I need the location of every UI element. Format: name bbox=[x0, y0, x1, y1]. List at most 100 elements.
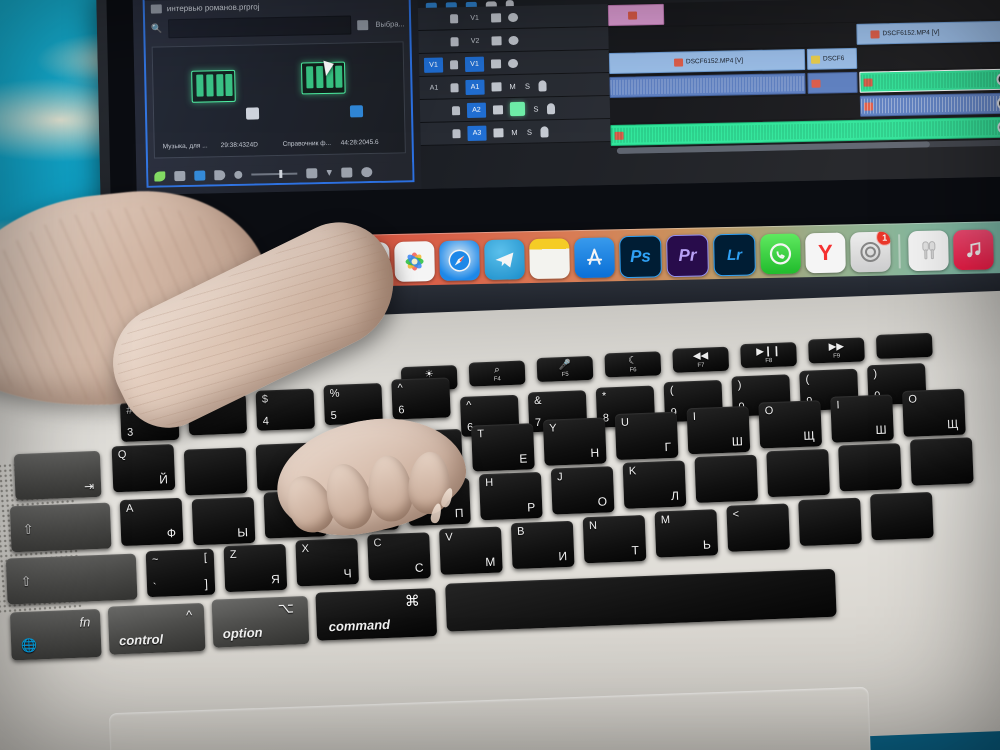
project-panel[interactable]: Проект: интервью романов Подборки: » инт… bbox=[142, 0, 415, 188]
key-h[interactable]: HР bbox=[478, 471, 543, 521]
eye-icon[interactable] bbox=[507, 12, 519, 22]
key-i[interactable]: IШ bbox=[686, 405, 751, 455]
track-name[interactable]: A1 bbox=[465, 79, 485, 95]
solo-button[interactable]: S bbox=[523, 81, 531, 90]
key-u[interactable]: UГ bbox=[614, 411, 679, 461]
key-b[interactable]: BИ bbox=[510, 520, 575, 570]
key-c[interactable]: CС bbox=[367, 532, 431, 581]
microphone-icon[interactable] bbox=[540, 125, 549, 137]
key-w[interactable] bbox=[183, 447, 248, 496]
target-track-icon[interactable] bbox=[492, 104, 504, 114]
key-t[interactable]: TЕ bbox=[471, 423, 535, 472]
telegram-icon[interactable] bbox=[484, 239, 525, 281]
key-f4[interactable]: ⌕ F4 bbox=[468, 360, 526, 387]
timeline-clip[interactable] bbox=[807, 71, 858, 94]
key-l[interactable] bbox=[694, 454, 759, 503]
airpods-icon[interactable] bbox=[908, 230, 949, 272]
track-name[interactable]: V1 bbox=[465, 10, 484, 25]
key-f8[interactable]: ▶❙❙ F8 bbox=[740, 342, 798, 369]
key-grave[interactable]: ~ `[] bbox=[145, 548, 216, 598]
notes-icon[interactable] bbox=[529, 238, 570, 280]
premiere-pro-icon[interactable]: Pr bbox=[666, 234, 709, 278]
select-label[interactable]: Выбра... bbox=[375, 19, 404, 29]
yandex-icon[interactable]: Y bbox=[805, 232, 846, 274]
key-o[interactable]: OЩ bbox=[758, 400, 823, 449]
thumbnail-size-slider[interactable] bbox=[251, 172, 298, 176]
lightroom-icon[interactable]: Lr bbox=[713, 233, 756, 277]
icon-view-icon[interactable] bbox=[194, 170, 206, 181]
key-j[interactable]: JО bbox=[550, 466, 615, 515]
lock-icon[interactable] bbox=[449, 13, 459, 23]
key-q[interactable]: QЙ bbox=[111, 444, 176, 493]
key-m[interactable]: MЬ bbox=[654, 509, 719, 558]
key-bracket-left[interactable]: OЩ bbox=[902, 388, 966, 437]
key-f5[interactable]: 🎤 F5 bbox=[536, 355, 594, 383]
key-period[interactable] bbox=[798, 497, 862, 547]
timeline-track-area[interactable]: DSCF6152.MP4 [V] DSCF6152.MP4 [V] DSCF6 bbox=[607, 0, 1000, 158]
track-header-a3[interactable]: A3 M S bbox=[420, 119, 611, 146]
key-a[interactable]: AФ bbox=[119, 497, 184, 547]
asset-thumbnail[interactable] bbox=[191, 69, 236, 103]
target-track-icon[interactable] bbox=[490, 58, 502, 69]
mute-button[interactable] bbox=[509, 101, 526, 117]
timeline-clip[interactable] bbox=[859, 92, 1000, 117]
key-v[interactable]: VМ bbox=[439, 526, 503, 575]
system-settings-icon[interactable]: 1 bbox=[850, 231, 891, 273]
key-option[interactable]: ⌥ option bbox=[211, 595, 310, 648]
key-f10[interactable] bbox=[875, 332, 933, 359]
zoom-handle-icon[interactable] bbox=[234, 170, 243, 179]
music-icon[interactable] bbox=[953, 229, 994, 271]
mute-button[interactable]: M bbox=[510, 127, 518, 136]
search-icon[interactable]: 🔍 bbox=[151, 23, 162, 34]
key-y[interactable]: YН bbox=[542, 417, 607, 466]
target-track-icon[interactable] bbox=[490, 12, 502, 22]
timeline-clip[interactable]: DSCF6152.MP4 [V] bbox=[608, 48, 806, 75]
solo-button[interactable]: S bbox=[525, 127, 533, 136]
search-icon[interactable] bbox=[361, 167, 373, 178]
new-bin-icon[interactable] bbox=[341, 167, 353, 178]
source-patch-v1[interactable]: V1 bbox=[423, 57, 444, 73]
track-name[interactable]: V1 bbox=[464, 56, 485, 72]
timeline-clip[interactable]: DSCF6152.MP4 [V] bbox=[856, 20, 1000, 45]
key-caps-lock[interactable]: ⇧ bbox=[9, 502, 112, 553]
key-semicolon[interactable] bbox=[766, 448, 830, 498]
whatsapp-icon[interactable] bbox=[760, 233, 801, 275]
track-name[interactable]: V2 bbox=[465, 33, 484, 48]
key-command[interactable]: ⌘ command bbox=[315, 588, 438, 641]
timeline-clip[interactable]: DSCF6 bbox=[806, 47, 858, 70]
safari-icon[interactable] bbox=[439, 240, 480, 281]
key-f7[interactable]: ◀◀ F7 bbox=[672, 346, 730, 373]
key-p[interactable]: IШ bbox=[830, 394, 894, 443]
key-k[interactable]: KЛ bbox=[622, 460, 687, 509]
key-fn[interactable]: fn 🌐 bbox=[9, 608, 102, 661]
eye-icon[interactable] bbox=[508, 35, 519, 45]
lock-icon[interactable] bbox=[449, 59, 459, 69]
key-f9[interactable]: ▶▶ F9 bbox=[808, 337, 865, 364]
lock-icon[interactable] bbox=[450, 82, 459, 92]
lock-icon[interactable] bbox=[451, 105, 461, 115]
key-f6[interactable]: ☾ F6 bbox=[604, 351, 662, 378]
key-x[interactable]: XЧ bbox=[295, 538, 360, 587]
key-4[interactable]: $4 bbox=[255, 388, 316, 431]
key-quote[interactable] bbox=[838, 443, 902, 492]
key-control[interactable]: ^ control bbox=[107, 602, 206, 655]
mute-button[interactable]: M bbox=[508, 81, 516, 90]
target-track-icon[interactable] bbox=[491, 35, 502, 45]
key-space[interactable] bbox=[445, 568, 837, 632]
solo-button[interactable]: S bbox=[532, 104, 540, 113]
key-tab[interactable]: ⇥ bbox=[13, 450, 102, 501]
app-store-icon[interactable] bbox=[574, 237, 615, 279]
target-track-icon[interactable] bbox=[493, 127, 504, 137]
lock-icon[interactable] bbox=[450, 36, 459, 46]
source-patch-a1[interactable]: A1 bbox=[424, 80, 443, 95]
target-track-icon[interactable] bbox=[491, 81, 502, 91]
lock-icon[interactable] bbox=[452, 128, 461, 138]
key-z[interactable]: ZЯ bbox=[223, 543, 288, 593]
timeline-clip-selected[interactable] bbox=[859, 68, 1000, 93]
key-slash[interactable] bbox=[869, 491, 934, 541]
key-n[interactable]: NТ bbox=[582, 514, 647, 564]
chevron-down-icon[interactable] bbox=[326, 170, 332, 176]
sort-icon[interactable] bbox=[306, 168, 318, 179]
eye-icon[interactable] bbox=[507, 58, 519, 68]
track-name[interactable]: A3 bbox=[467, 125, 487, 141]
